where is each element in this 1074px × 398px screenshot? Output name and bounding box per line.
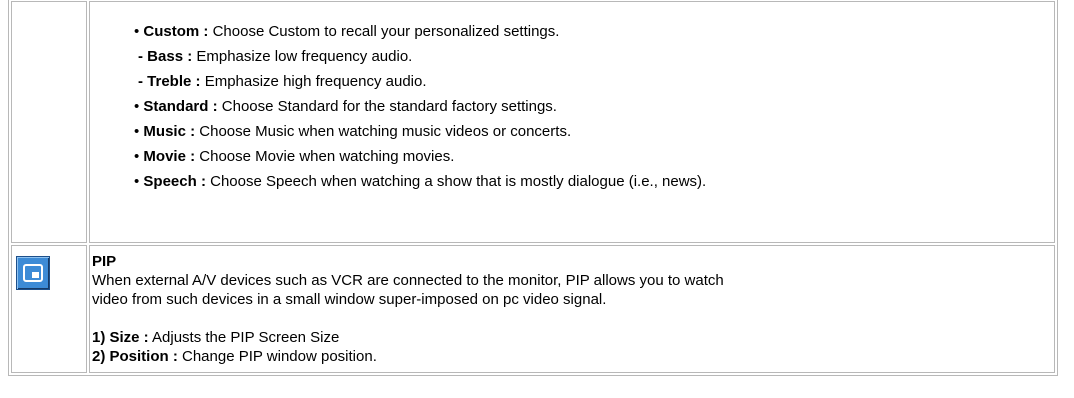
list-item-movie: • Movie : Choose Movie when watching mov… [134,148,455,165]
pip-icon [16,256,50,290]
list-item-speech: • Speech : Choose Speech when watching a… [134,173,707,190]
term-speech: Speech : [143,173,206,190]
pip-title: PIP [92,253,117,270]
term-movie: Movie : [143,148,196,165]
pip-icon-cell [11,245,87,373]
list-item-custom: • Custom : Choose Custom to recall your … [134,23,560,40]
list-item-bass: - Bass : Emphasize low frequency audio. [138,48,413,65]
list-item-treble: - Treble : Emphasize high frequency audi… [138,73,427,90]
term-size: 1) Size : [92,329,149,346]
term-music: Music : [143,123,196,140]
pip-row: PIP When external A/V devices such as VC… [11,245,1055,373]
sound-mode-row: • Custom : Choose Custom to recall your … [11,1,1055,243]
desc-music: Choose Music when watching music videos … [195,123,572,140]
pip-option-position: 2) Position : Change PIP window position… [92,347,1054,366]
desc-custom: Choose Custom to recall your personalize… [208,23,560,40]
desc-movie: Choose Movie when watching movies. [195,148,455,165]
sound-mode-cell: • Custom : Choose Custom to recall your … [89,1,1055,243]
manual-table: • Custom : Choose Custom to recall your … [8,0,1058,376]
list-item-standard: • Standard : Choose Standard for the sta… [134,98,557,115]
desc-treble: Emphasize high frequency audio. [200,73,427,90]
pip-description-line1: When external A/V devices such as VCR ar… [92,272,724,289]
desc-standard: Choose Standard for the standard factory… [217,98,557,115]
pip-block: PIP When external A/V devices such as VC… [90,246,1054,372]
term-position: 2) Position : [92,348,178,365]
desc-bass: Emphasize low frequency audio. [192,48,413,65]
term-standard: Standard : [143,98,218,115]
pip-description-line2: video from such devices in a small windo… [92,291,607,308]
list-item-music: • Music : Choose Music when watching mus… [134,123,572,140]
term-custom: Custom : [143,23,209,40]
sound-mode-list: • Custom : Choose Custom to recall your … [90,2,1054,202]
desc-size: Adjusts the PIP Screen Size [148,329,340,346]
desc-position: Change PIP window position. [177,348,377,365]
desc-speech: Choose Speech when watching a show that … [205,173,707,190]
pip-option-size: 1) Size : Adjusts the PIP Screen Size [92,328,1054,347]
term-bass: Bass : [147,48,193,65]
pip-cell: PIP When external A/V devices such as VC… [89,245,1055,373]
term-treble: Treble : [147,73,201,90]
empty-icon-cell [11,1,87,243]
